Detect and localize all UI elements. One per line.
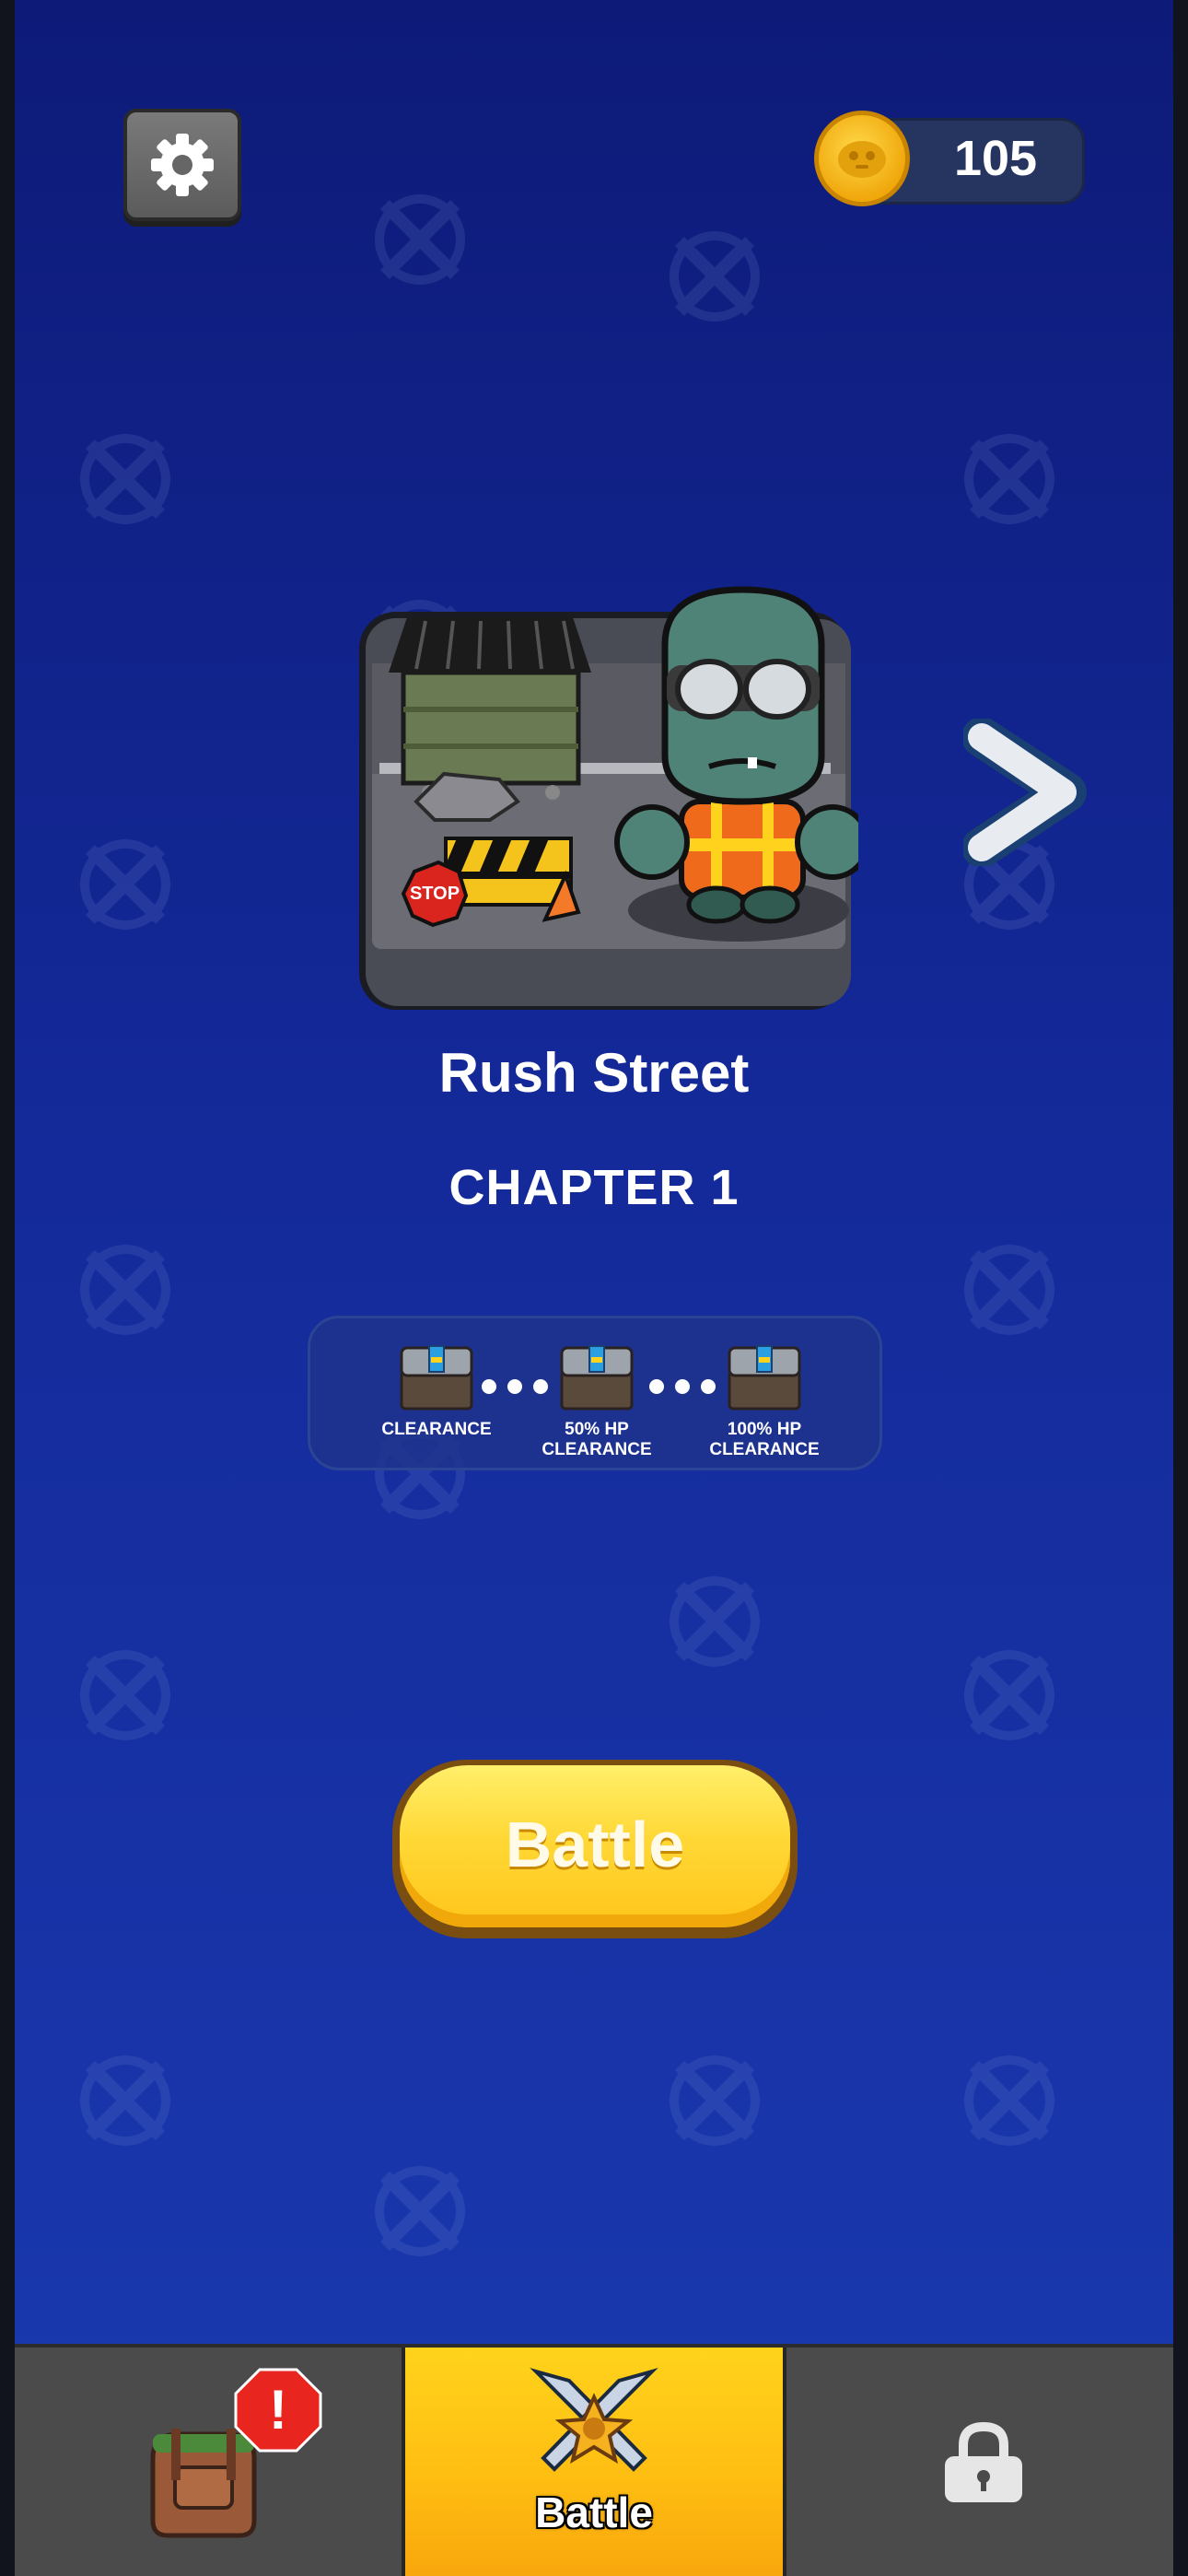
coin-icon (814, 111, 910, 206)
game-screen: 105 STOP Rush Street CHAPTER 1 CLEARANCE… (15, 0, 1173, 2576)
stage-illustration: STOP (367, 586, 858, 1006)
rewards-panel: CLEARANCE 50% HP CLEARANCE 100% HP CLEAR… (308, 1316, 882, 1470)
tab-battle-label: Battle (535, 2488, 653, 2536)
settings-button[interactable] (123, 109, 241, 221)
lock-icon (945, 2421, 1022, 2502)
chest-icon (728, 1345, 801, 1411)
svg-text:STOP: STOP (410, 884, 460, 904)
tab-locked[interactable] (788, 2348, 1173, 2576)
coin-value: 105 (953, 131, 1038, 186)
crossed-swords-icon (530, 2368, 658, 2472)
bottom-nav: ! Battle (15, 2344, 1173, 2576)
tab-battle[interactable]: Battle (402, 2348, 786, 2576)
reward-label: 100% HP CLEARANCE (709, 1420, 820, 1459)
reward-label: 50% HP CLEARANCE (542, 1420, 652, 1459)
gear-icon (151, 134, 214, 196)
reward-50-hp-clearance[interactable]: 50% HP CLEARANCE (518, 1341, 675, 1460)
reward-100-hp-clearance[interactable]: 100% HP CLEARANCE (686, 1341, 843, 1460)
reward-label: CLEARANCE (381, 1420, 492, 1439)
stage-title: Rush Street (438, 1042, 750, 1104)
chest-icon (400, 1345, 473, 1411)
next-stage-arrow[interactable] (963, 719, 1092, 866)
tab-inventory[interactable]: ! (15, 2348, 400, 2576)
chapter-label: CHAPTER 1 (448, 1160, 740, 1215)
chest-icon (560, 1345, 634, 1411)
battle-button-label: Battle (505, 1809, 685, 1880)
alert-badge-icon: ! (234, 2368, 322, 2453)
svg-text:!: ! (269, 2379, 287, 2441)
battle-button[interactable]: Battle (392, 1760, 798, 1938)
